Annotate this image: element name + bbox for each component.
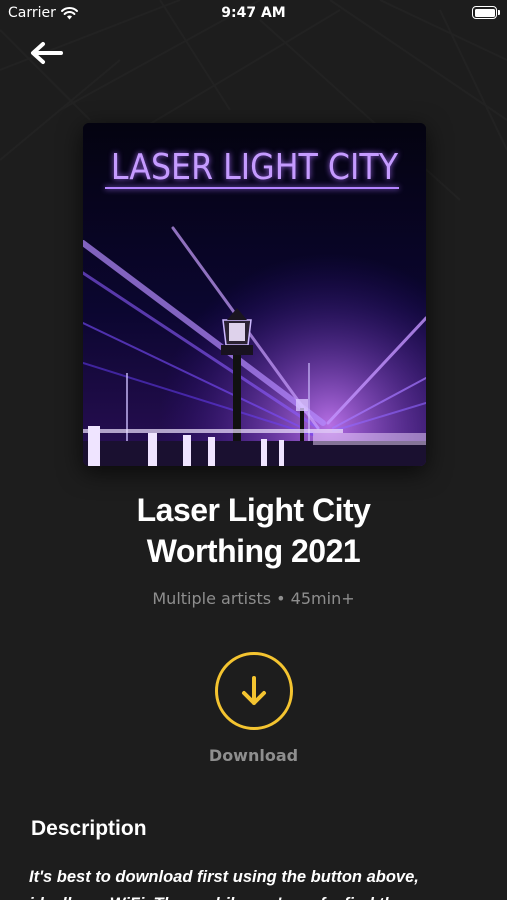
event-title-line1: Laser Light City xyxy=(136,492,371,528)
status-bar: Carrier 9:47 AM xyxy=(0,0,507,28)
event-cover-art: LASER LIGHT CITY xyxy=(83,123,426,466)
event-title: Laser Light City Worthing 2021 xyxy=(0,490,507,572)
arrow-down-icon xyxy=(242,676,266,705)
cover-title-underline xyxy=(105,187,399,189)
download-label: Download xyxy=(208,746,299,765)
description-text: It's best to download first using the bu… xyxy=(29,868,419,900)
cover-title-text: LASER LIGHT CITY xyxy=(110,147,399,188)
status-time: 9:47 AM xyxy=(221,5,286,21)
description-heading: Description xyxy=(31,817,147,840)
event-title-line2: Worthing 2021 xyxy=(146,533,361,569)
download-button[interactable] xyxy=(215,652,293,730)
event-meta: Multiple artists • 45min+ xyxy=(152,589,355,608)
battery-icon xyxy=(472,6,500,19)
back-button[interactable] xyxy=(26,38,66,68)
arrow-left-icon xyxy=(31,42,63,64)
